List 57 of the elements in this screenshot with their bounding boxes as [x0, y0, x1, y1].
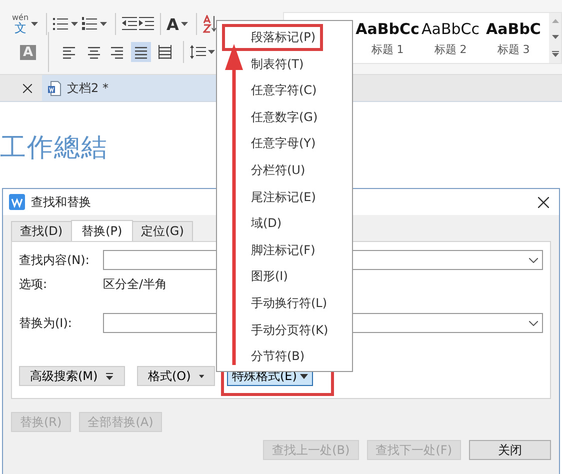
- style-label: 标题 2: [434, 42, 467, 56]
- caret-icon[interactable]: [100, 22, 107, 26]
- document-heading: 工作總結: [0, 132, 108, 165]
- caret-icon[interactable]: [208, 50, 216, 54]
- close-icon[interactable]: [23, 84, 32, 92]
- menu-item[interactable]: 手动换行符(L): [217, 290, 352, 317]
- increase-indent-icon[interactable]: [138, 17, 154, 31]
- options-value: 区分全/半角: [103, 276, 168, 293]
- dialog-button[interactable]: 关闭: [469, 440, 551, 460]
- line-spacing-icon[interactable]: [190, 45, 206, 59]
- menu-item[interactable]: 图形(I): [217, 263, 352, 290]
- replace-label: 替换为(I):: [19, 314, 73, 332]
- menu-item[interactable]: 任意字母(Y): [217, 130, 352, 157]
- dialog-tab[interactable]: 查找(D): [11, 221, 72, 241]
- style-sample: AaBbC: [486, 20, 541, 38]
- style-item[interactable]: AaBbCc 标题 1: [356, 13, 419, 63]
- menu-item[interactable]: 脚注标记(F): [217, 236, 352, 264]
- dropdown-icon[interactable]: [529, 258, 538, 262]
- menu-item[interactable]: 尾注标记(E): [217, 184, 352, 210]
- style-label: 标题 1: [371, 42, 404, 56]
- phonetic-guide-button[interactable]: wén 文: [12, 14, 29, 34]
- caret-icon[interactable]: [180, 22, 188, 26]
- dialog-tab[interactable]: 定位(G): [132, 221, 193, 241]
- scroll-down-icon[interactable]: [552, 35, 558, 39]
- numbered-list-icon[interactable]: [82, 17, 98, 31]
- dropdown-icon[interactable]: [529, 320, 538, 326]
- caret-icon[interactable]: [30, 22, 38, 26]
- find-label: 查找内容(N):: [19, 252, 90, 268]
- bullet-list-icon[interactable]: [52, 17, 69, 31]
- menu-item[interactable]: 分栏符(U): [217, 156, 352, 184]
- dialog-title: 查找和替换: [31, 194, 91, 210]
- dropdown-button[interactable]: 格式(O): [137, 366, 215, 386]
- justify-align-button[interactable]: [131, 42, 152, 62]
- menu-item[interactable]: 任意数字(G): [217, 104, 352, 130]
- menu-item[interactable]: 段落标记(P): [222, 24, 323, 51]
- document-icon: [48, 80, 61, 96]
- decrease-indent-icon[interactable]: [122, 17, 137, 31]
- menu-item[interactable]: 手动分页符(K): [217, 316, 352, 344]
- sort-icon[interactable]: [202, 15, 217, 33]
- more-icon[interactable]: [552, 51, 558, 57]
- close-icon[interactable]: [538, 196, 549, 208]
- dropdown-button[interactable]: 高级搜索(M): [19, 366, 125, 386]
- caret-icon: [198, 374, 204, 378]
- app-logo-icon: [9, 194, 25, 210]
- dialog-tab[interactable]: 替换(P): [70, 220, 134, 242]
- menu-item[interactable]: 域(D): [217, 210, 352, 237]
- menu-item[interactable]: 任意字符(C): [217, 77, 352, 104]
- style-sample: AaBbCc: [422, 20, 480, 38]
- caret-icon[interactable]: [70, 22, 78, 26]
- caret-icon: [106, 372, 113, 380]
- options-label: 选项:: [19, 276, 48, 293]
- menu-item[interactable]: 制表符(T): [217, 50, 352, 78]
- style-sample: AaBbCc: [356, 20, 420, 38]
- style-item[interactable]: AaBbCc 标题 2: [419, 13, 482, 63]
- style-item[interactable]: AaBbC 标题 3: [482, 13, 545, 63]
- style-label: 标题 3: [497, 42, 530, 56]
- grow-font-button[interactable]: A: [166, 14, 179, 34]
